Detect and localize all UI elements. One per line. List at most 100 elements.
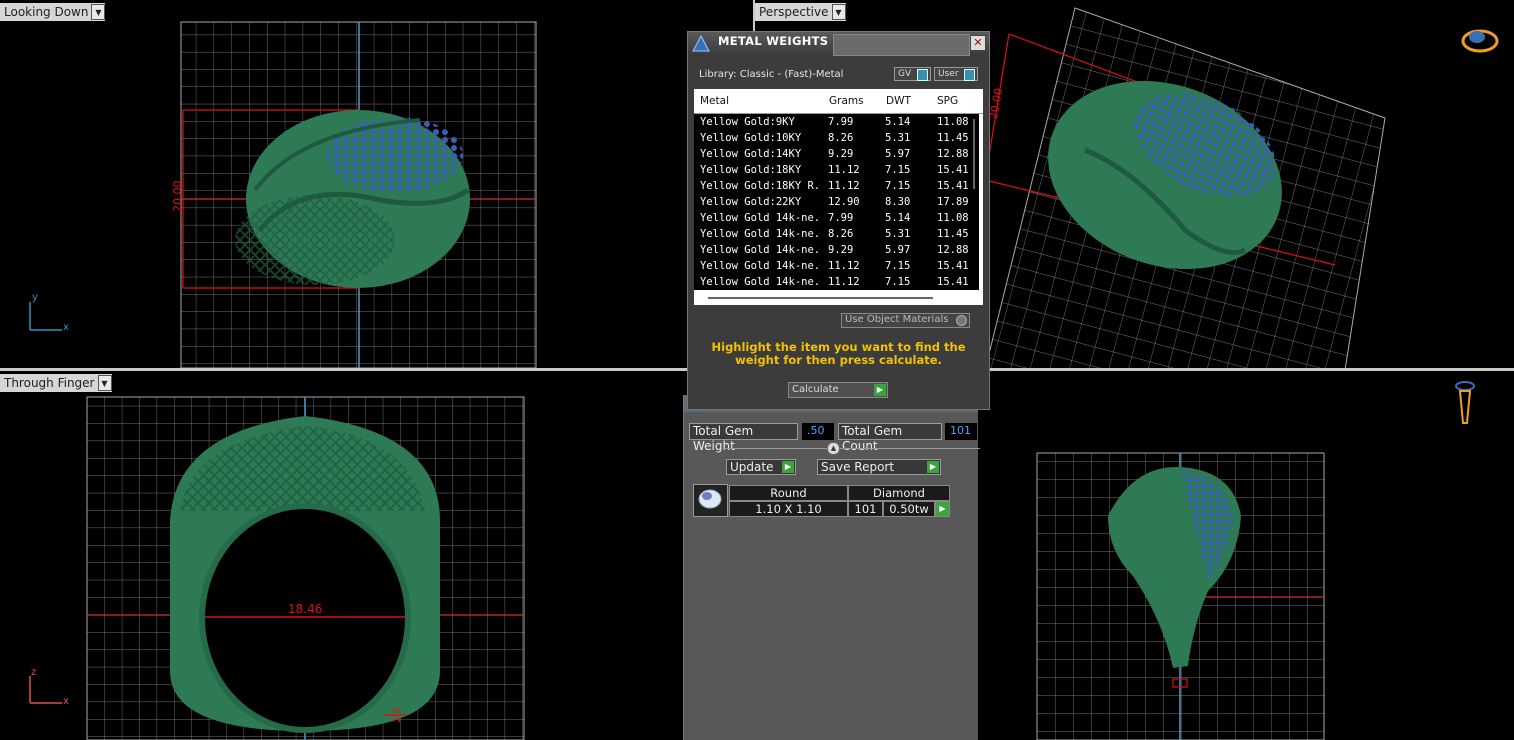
use-object-materials-label: Use Object Materials: [845, 314, 949, 325]
table-row[interactable]: Yellow Gold 14k-ne... 11.12 7.15 15.41: [694, 274, 979, 290]
total-gem-count-value: 101: [945, 423, 977, 440]
table-cell: Yellow Gold:14KY: [700, 148, 802, 160]
column-header-spg[interactable]: SPG: [937, 95, 958, 107]
viewport-label-through-finger[interactable]: Through Finger ▼: [0, 374, 112, 392]
axis-x-label: x: [63, 696, 69, 707]
gv-toggle[interactable]: GV: [894, 67, 931, 81]
table-cell: 5.97: [885, 148, 911, 160]
calculate-label: Calculate: [792, 384, 839, 395]
gem-detail-button[interactable]: ▶: [935, 501, 950, 517]
table-cell: 11.45: [937, 132, 969, 144]
table-cell: 5.14: [885, 212, 911, 224]
table-row[interactable]: Yellow Gold 14k-ne... 7.99 5.14 11.08: [694, 210, 979, 226]
table-row[interactable]: Yellow Gold:18KY 11.12 7.15 15.41: [694, 162, 979, 178]
chevron-down-icon[interactable]: ▼: [831, 4, 846, 20]
column-header-dwt[interactable]: DWT: [886, 95, 911, 107]
table-cell: 7.99: [828, 116, 854, 128]
table-cell: 7.15: [885, 260, 911, 272]
table-cell: 8.26: [828, 132, 854, 144]
table-cell: 7.15: [885, 276, 911, 288]
metal-table-header: Metal Grams DWT SPG: [694, 89, 983, 114]
table-cell: 9.29: [828, 244, 854, 256]
expand-icon[interactable]: ▲: [827, 442, 840, 455]
viewport-label-text: Through Finger: [4, 376, 95, 390]
user-toggle[interactable]: User: [934, 67, 978, 81]
total-gem-weight-value: .50: [802, 423, 834, 440]
table-cell: 11.12: [828, 276, 860, 288]
round-gem-icon[interactable]: [693, 484, 728, 517]
table-cell: Yellow Gold 14k-ne...: [700, 228, 822, 240]
metal-table[interactable]: Metal Grams DWT SPG Yellow Gold:9KY 7.99 5…: [694, 89, 983, 305]
toggle-knob-icon: [956, 315, 967, 326]
axis-z-label: z: [31, 667, 37, 678]
table-cell: 7.99: [828, 212, 854, 224]
view-cube-icon[interactable]: [1460, 24, 1500, 58]
column-header-grams[interactable]: Grams: [829, 95, 864, 107]
gem-weight: 0.50tw: [883, 501, 935, 517]
table-cell: Yellow Gold:10KY: [700, 132, 802, 144]
play-icon: ▶: [782, 461, 794, 473]
table-cell: Yellow Gold:9KY: [700, 116, 795, 128]
table-cell: Yellow Gold 14k-ne...: [700, 276, 822, 288]
viewport-through-finger[interactable]: Through Finger ▼ 18.46 2.0 z x: [0, 371, 683, 740]
table-row[interactable]: Yellow Gold:10KY 8.26 5.31 11.45: [694, 130, 979, 146]
front-view-scene: [29, 396, 525, 740]
table-cell: 12.88: [937, 148, 969, 160]
table-row[interactable]: Yellow Gold 14k-ne... 9.29 5.97 12.88: [694, 242, 979, 258]
table-cell: 11.12: [828, 260, 860, 272]
table-cell: 12.88: [937, 244, 969, 256]
table-cell: 15.41: [937, 276, 969, 288]
viewport-looking-down[interactable]: Looking Down ▼ 20.00 y x: [0, 0, 753, 368]
dimension-label: 18.46: [288, 602, 323, 616]
dimension-small-label: 2.0: [392, 707, 403, 723]
viewport-label-looking-down[interactable]: Looking Down ▼: [0, 3, 106, 21]
axis-x-label: x: [63, 322, 69, 333]
table-cell: 9.29: [828, 148, 854, 160]
gv-toggle-label: GV: [898, 69, 912, 79]
table-row[interactable]: Yellow Gold:9KY 7.99 5.14 11.08: [694, 114, 979, 130]
table-cell: 12.90: [828, 196, 860, 208]
table-cell: 8.30: [885, 196, 911, 208]
table-row[interactable]: Yellow Gold 14k-ne... 11.12 7.15 15.41: [694, 258, 979, 274]
chevron-down-icon[interactable]: ▼: [91, 4, 106, 20]
table-cell: 15.41: [937, 164, 969, 176]
save-report-button[interactable]: Save Report ▶: [817, 459, 941, 475]
play-icon: ▶: [927, 461, 939, 473]
chevron-down-icon[interactable]: ▼: [97, 375, 112, 391]
gem-count: 101: [848, 501, 883, 517]
total-gem-weight-label: Total Gem Weight: [689, 423, 798, 453]
horizontal-scrollbar[interactable]: [708, 297, 933, 299]
viewport-label-perspective[interactable]: Perspective ▼: [755, 3, 846, 21]
table-cell: 17.89: [937, 196, 969, 208]
view-cube-icon[interactable]: [1453, 379, 1477, 433]
table-cell: 15.41: [937, 260, 969, 272]
table-row[interactable]: Yellow Gold:14KY 9.29 5.97 12.88: [694, 146, 979, 162]
table-cell: 8.26: [828, 228, 854, 240]
calculate-button[interactable]: Calculate ▶: [788, 382, 888, 398]
table-cell: 5.14: [885, 116, 911, 128]
gem-report-panel: ☰ Total Gem Weight .50 Total Gem Count 1…: [683, 395, 980, 740]
viewport-label-text: Looking Down: [4, 5, 89, 19]
total-gem-count-label: Total Gem Count: [838, 423, 942, 453]
titlebar-tab: [833, 34, 970, 56]
table-cell: Yellow Gold:18KY R...: [700, 180, 822, 192]
toggle-knob-icon: [917, 69, 928, 81]
save-report-label: Save Report: [821, 460, 895, 474]
table-cell: 7.15: [885, 164, 911, 176]
table-cell: 7.15: [885, 180, 911, 192]
table-row[interactable]: Yellow Gold:22KY 12.90 8.30 17.89: [694, 194, 979, 210]
dimension-label: 20.00: [171, 180, 184, 213]
close-icon[interactable]: ✕: [970, 35, 986, 51]
metal-weights-titlebar[interactable]: METAL WEIGHTS ✕: [688, 32, 989, 56]
table-cell: 5.31: [885, 228, 911, 240]
library-label: Library: Classic - (Fast)-Metal: [699, 69, 844, 80]
vertical-scrollbar[interactable]: [973, 119, 975, 189]
update-button[interactable]: Update ▶: [726, 459, 796, 475]
table-row[interactable]: Yellow Gold:18KY R... 11.12 7.15 15.41: [694, 178, 979, 194]
viewport-side[interactable]: [983, 371, 1514, 740]
column-header-metal[interactable]: Metal: [700, 95, 729, 107]
table-cell: Yellow Gold 14k-ne...: [700, 244, 822, 256]
use-object-materials-toggle[interactable]: Use Object Materials: [841, 313, 970, 328]
table-row[interactable]: Yellow Gold 14k-ne... 8.26 5.31 11.45: [694, 226, 979, 242]
user-toggle-label: User: [938, 69, 959, 79]
